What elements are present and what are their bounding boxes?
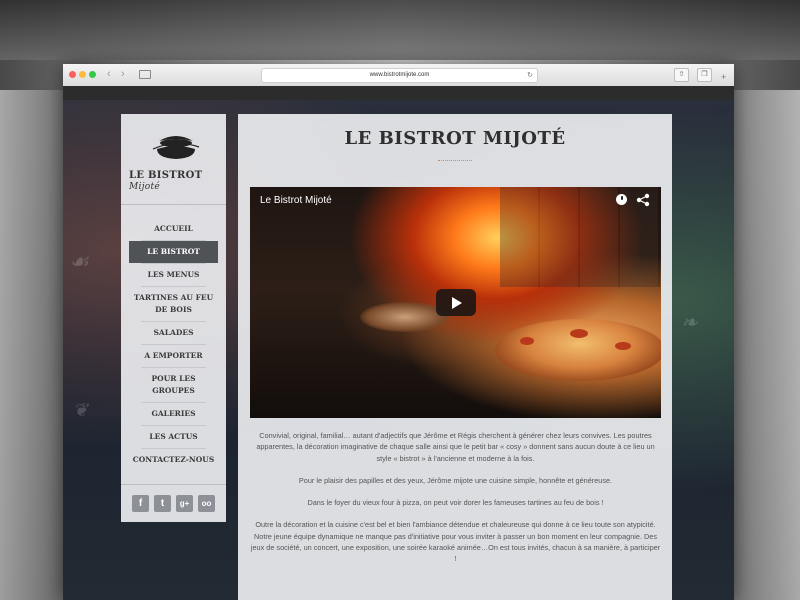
forward-arrow-icon[interactable]: › (121, 68, 125, 80)
bistrot-description: Convivial, original, familial… autant d'… (250, 430, 661, 576)
content-panel: LE BISTROT MIJOTÉ Le Bistrot Mijoté Conv… (238, 114, 672, 600)
share-icon[interactable]: ⇧ (674, 68, 689, 82)
new-tab-icon[interactable]: + (721, 72, 726, 82)
title-divider (438, 160, 472, 161)
menu-item-les-actus[interactable]: LES ACTUS (129, 426, 218, 448)
menu-item-accueil[interactable]: ACCUEIL (129, 218, 218, 240)
menu-item-groupes[interactable]: POUR LES GROUPES (129, 368, 218, 402)
play-button[interactable] (436, 289, 476, 316)
menu-item-le-bistrot[interactable]: LE BISTROT (129, 241, 218, 263)
video-share-icon[interactable] (636, 193, 650, 207)
paragraph: Outre la décoration et la cuisine c'est … (250, 520, 661, 564)
address-bar[interactable]: www.bistrotmijote.com ↻ (261, 68, 538, 83)
chalkboard-decoration: ☙ (69, 250, 89, 275)
browser-toolbar: ‹ › www.bistrotmijote.com ↻ ⇧ ❐ + (63, 64, 734, 87)
google-plus-icon[interactable]: g+ (176, 495, 193, 512)
back-arrow-icon[interactable]: ‹ (107, 68, 111, 80)
logo-main-text: LE BISTROT (129, 170, 203, 181)
page-title: LE BISTROT MIJOTÉ (344, 128, 566, 149)
website-background: ☙ ❦ ❧ LE BISTROT Mijoté ACCUEIL LE BISTR… (63, 100, 734, 600)
backdrop-left (0, 90, 65, 600)
menu-item-contact[interactable]: CONTACTEZ-NOUS (129, 449, 218, 471)
cocotte-logo-icon (152, 136, 200, 159)
menu-item-salades[interactable]: SALADES (129, 322, 218, 344)
facebook-icon[interactable]: f (132, 495, 149, 512)
backdrop-right (730, 90, 800, 600)
paragraph: Pour le plaisir des papilles et des yeux… (298, 475, 613, 485)
social-links: f t g+ oo (121, 484, 226, 523)
video-title[interactable]: Le Bistrot Mijoté (260, 195, 332, 206)
video-topping (570, 329, 588, 338)
tabs-overview-icon[interactable]: ❐ (697, 68, 712, 82)
chalkboard-decoration: ❦ (73, 400, 89, 421)
watch-later-icon[interactable] (616, 194, 627, 205)
close-window-button[interactable] (69, 71, 76, 78)
browser-window: ‹ › www.bistrotmijote.com ↻ ⇧ ❐ + ☙ ❦ ❧ (63, 64, 734, 600)
paragraph: Dans le foyer du vieux four à pizza, on … (307, 498, 604, 508)
menu-item-les-menus[interactable]: LES MENUS (129, 264, 218, 286)
logo-script-text: Mijoté (129, 182, 161, 192)
sidebar: LE BISTROT Mijoté ACCUEIL LE BISTROT LES… (121, 114, 226, 522)
menu-item-tartines[interactable]: TARTINES AU FEU DE BOIS (129, 287, 218, 321)
reload-icon[interactable]: ↻ (527, 69, 533, 82)
logo-wordmark: LE BISTROT Mijoté (129, 170, 224, 192)
video-topping (615, 342, 631, 350)
url-text: www.bistrotmijote.com (369, 72, 430, 78)
menu-item-a-emporter[interactable]: A EMPORTER (129, 345, 218, 367)
main-menu: ACCUEIL LE BISTROT LES MENUS TARTINES AU… (121, 218, 226, 471)
site-logo[interactable]: LE BISTROT Mijoté (121, 114, 226, 205)
video-player[interactable]: Le Bistrot Mijoté (250, 187, 661, 418)
menu-item-galeries[interactable]: GALERIES (129, 403, 218, 425)
minimize-window-button[interactable] (79, 71, 86, 78)
paragraph: Convivial, original, familial… autant d'… (256, 431, 655, 463)
sidebar-toggle-icon[interactable] (139, 70, 151, 79)
maximize-window-button[interactable] (89, 71, 96, 78)
backdrop-top (0, 0, 800, 60)
twitter-icon[interactable]: t (154, 495, 171, 512)
video-topping (520, 337, 534, 345)
chalkboard-decoration: ❧ (681, 310, 698, 334)
tripadvisor-icon[interactable]: oo (198, 495, 215, 512)
favorites-strip (63, 86, 734, 100)
